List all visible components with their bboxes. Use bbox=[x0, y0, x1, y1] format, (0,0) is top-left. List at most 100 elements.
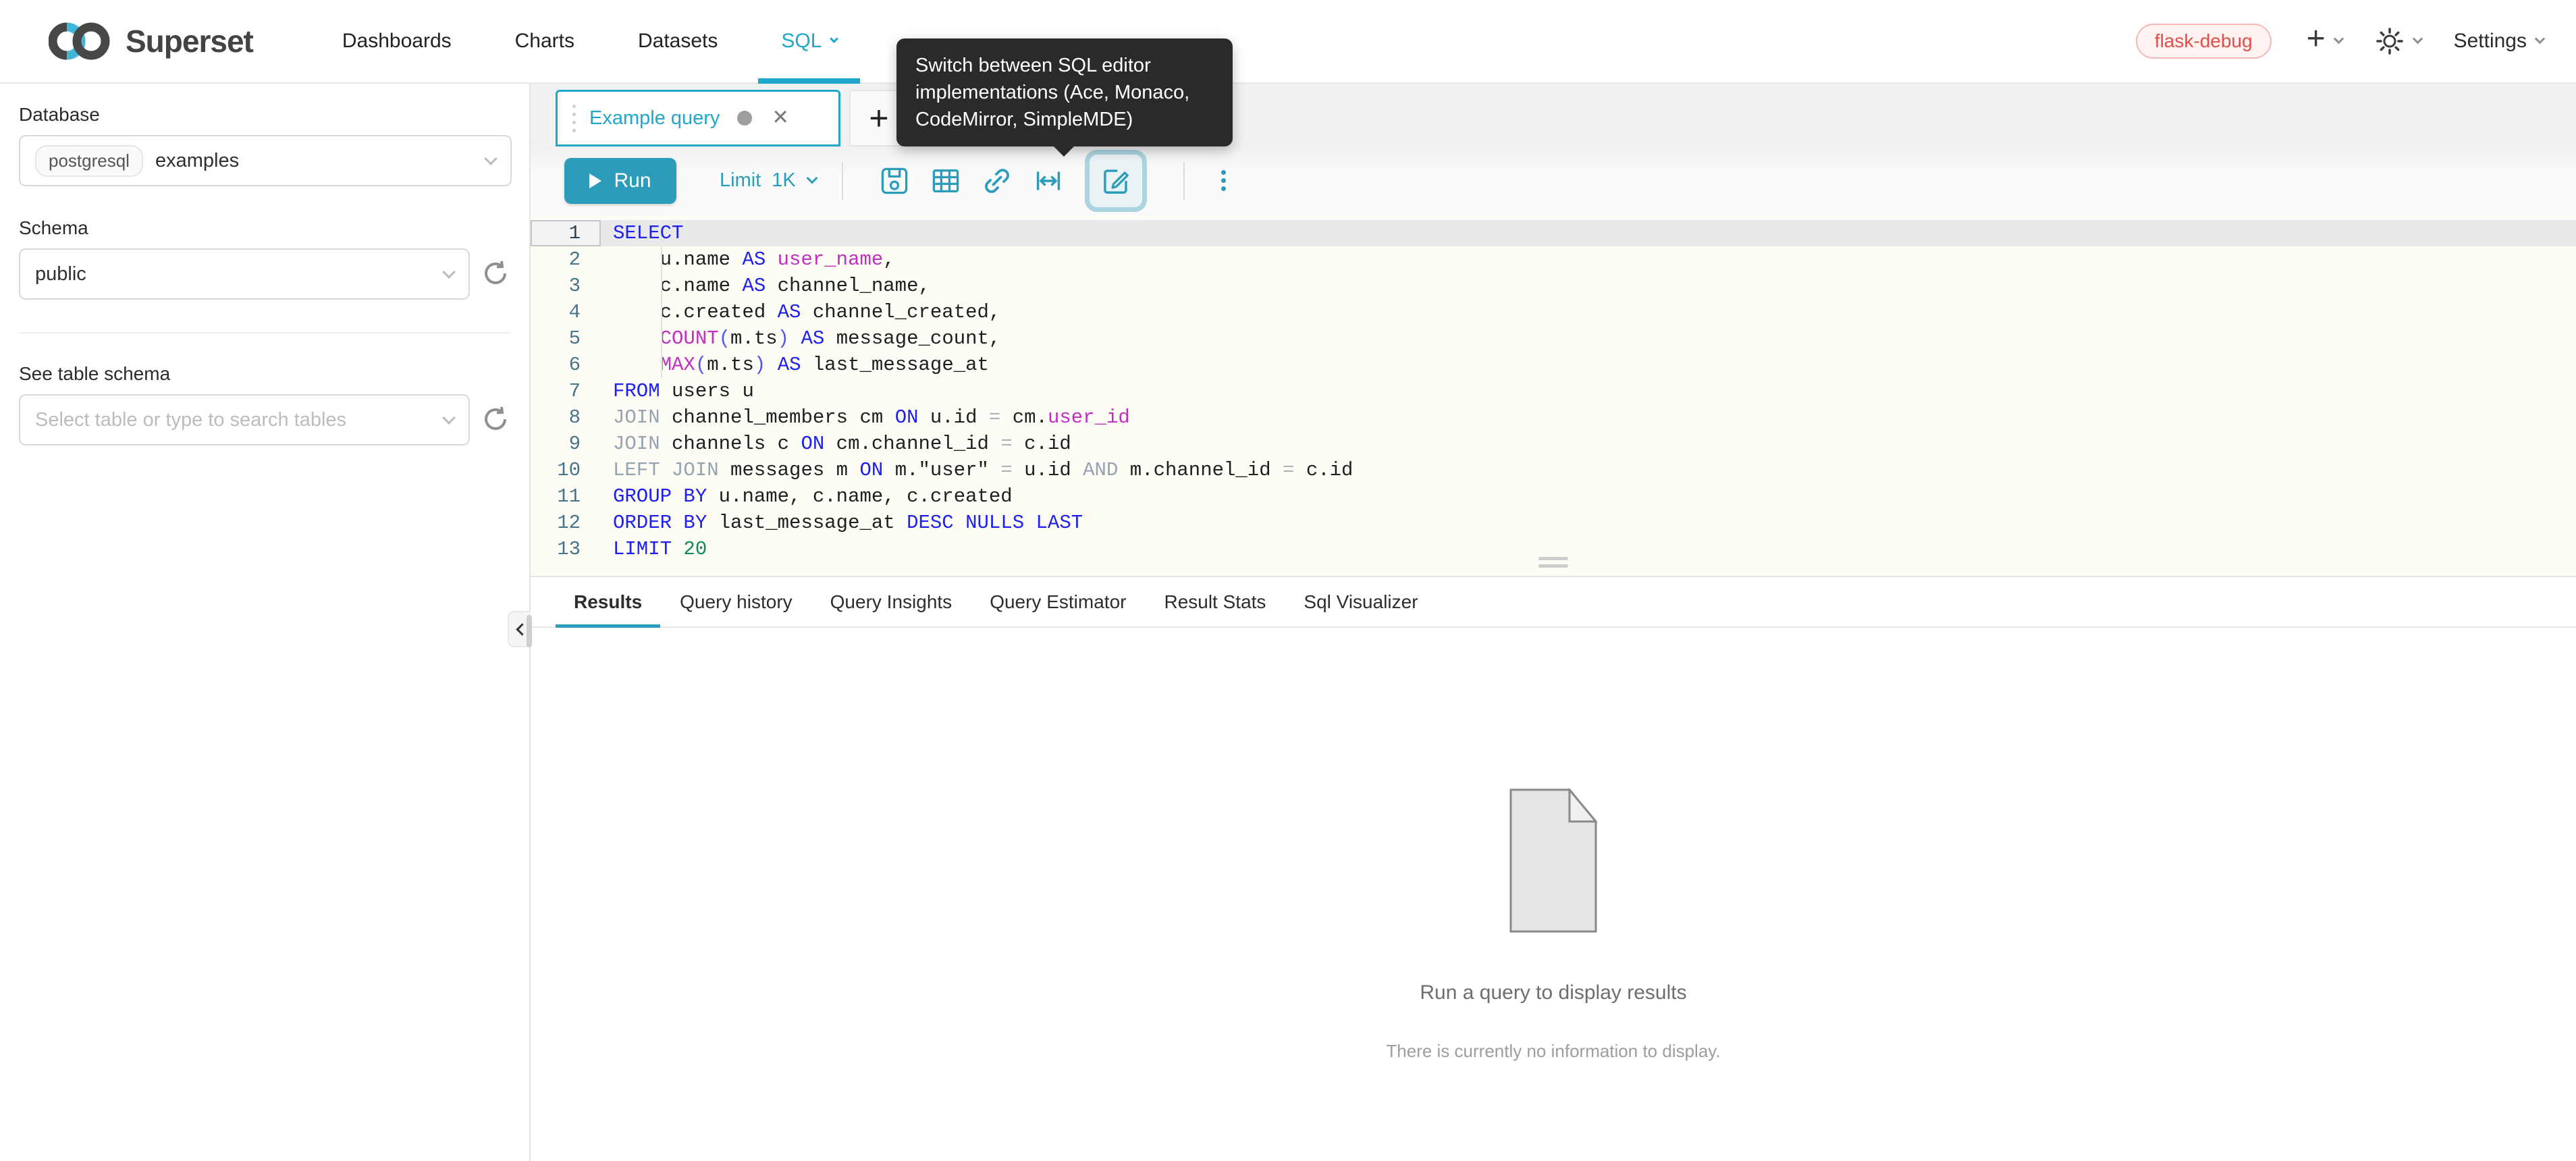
code-text: MAX(m.ts) AS last_message_at bbox=[601, 352, 2576, 378]
code-line: 7FROM users u bbox=[531, 378, 2576, 404]
toolbar-divider bbox=[842, 162, 843, 200]
sql-editor-lines: 1SELECT2 u.name AS user_name,3 c.name AS… bbox=[531, 216, 2576, 562]
save-icon bbox=[880, 166, 909, 196]
plus-icon: + bbox=[2307, 23, 2326, 55]
brand-name: Superset bbox=[126, 23, 253, 59]
new-item-menu[interactable]: + bbox=[2307, 27, 2342, 55]
nav-datasets[interactable]: Datasets bbox=[638, 0, 718, 82]
limit-value: 1K bbox=[772, 169, 795, 192]
refresh-schemas-button[interactable] bbox=[481, 259, 510, 290]
table-select[interactable]: Select table or type to search tables bbox=[19, 394, 470, 446]
code-text: u.name AS user_name, bbox=[601, 246, 2576, 273]
sidebar-resize-grip[interactable] bbox=[527, 615, 532, 647]
tooltip-line: CodeMirror, SimpleMDE) bbox=[915, 106, 1214, 133]
code-line: 5 COUNT(m.ts) AS message_count, bbox=[531, 325, 2576, 352]
empty-results-title: Run a query to display results bbox=[1420, 981, 1686, 1004]
close-tab-icon[interactable]: × bbox=[772, 103, 788, 130]
refresh-tables-button[interactable] bbox=[481, 404, 510, 436]
chevron-down-icon bbox=[2333, 33, 2344, 44]
code-text: ORDER BY last_message_at DESC NULLS LAST bbox=[601, 510, 2576, 536]
line-number: 4 bbox=[531, 299, 601, 325]
chevron-down-icon bbox=[806, 172, 817, 184]
chevron-down-icon bbox=[484, 152, 498, 165]
save-query-button[interactable] bbox=[880, 166, 909, 196]
editor-tabstrip: Example query × + bbox=[531, 84, 2576, 145]
line-number: 1 bbox=[531, 220, 601, 246]
code-line: 6 MAX(m.ts) AS last_message_at bbox=[531, 352, 2576, 378]
nav-charts[interactable]: Charts bbox=[515, 0, 574, 82]
play-icon bbox=[589, 173, 601, 188]
query-tab[interactable]: Example query × bbox=[556, 90, 840, 146]
tab-result-stats[interactable]: Result Stats bbox=[1146, 577, 1284, 626]
top-navbar: Superset Dashboards Charts Datasets SQL … bbox=[0, 0, 2576, 84]
navbar-right: flask-debug + Settings bbox=[2136, 24, 2544, 59]
more-options-button[interactable] bbox=[1221, 167, 1226, 194]
database-select[interactable]: postgresql examples bbox=[19, 135, 512, 186]
chevron-down-icon bbox=[2412, 33, 2423, 44]
empty-results-subtitle: There is currently no information to dis… bbox=[1386, 1041, 1720, 1062]
tab-query-history[interactable]: Query history bbox=[662, 577, 811, 626]
code-text: JOIN channels c ON cm.channel_id = c.id bbox=[601, 431, 2576, 457]
line-number: 6 bbox=[531, 352, 601, 378]
code-text: LIMIT 20 bbox=[601, 536, 2576, 562]
expand-width-button[interactable] bbox=[1034, 166, 1063, 196]
query-tab-title: Example query bbox=[589, 107, 720, 130]
tab-query-insights[interactable]: Query Insights bbox=[812, 577, 971, 626]
sql-code-editor[interactable]: 1SELECT2 u.name AS user_name,3 c.name AS… bbox=[531, 216, 2576, 577]
code-text: GROUP BY u.name, c.name, c.created bbox=[601, 483, 2576, 510]
tab-results[interactable]: Results bbox=[556, 577, 660, 626]
more-kebab-icon bbox=[1221, 167, 1226, 194]
share-link-button[interactable] bbox=[982, 166, 1012, 196]
code-line: 9JOIN channels c ON cm.channel_id = c.id bbox=[531, 431, 2576, 457]
code-line: 1SELECT bbox=[531, 220, 2576, 246]
line-number: 13 bbox=[531, 536, 601, 562]
tab-query-estimator[interactable]: Query Estimator bbox=[971, 577, 1144, 626]
results-tabbar: Results Query history Query Insights Que… bbox=[531, 577, 2576, 628]
line-number: 7 bbox=[531, 378, 601, 404]
run-button[interactable]: Run bbox=[564, 158, 676, 204]
editor-resize-handle[interactable] bbox=[1536, 550, 1571, 574]
indent-guide bbox=[661, 246, 662, 378]
main-menu: Dashboards Charts Datasets SQL bbox=[311, 0, 869, 82]
code-line: 3 c.name AS channel_name, bbox=[531, 273, 2576, 299]
tab-sql-visualizer[interactable]: Sql Visualizer bbox=[1285, 577, 1436, 626]
database-label: Database bbox=[19, 104, 510, 126]
active-nav-underline bbox=[758, 78, 860, 84]
render-table-button[interactable] bbox=[931, 166, 961, 196]
line-number: 2 bbox=[531, 246, 601, 273]
code-text: COUNT(m.ts) AS message_count, bbox=[601, 325, 2576, 352]
drag-handle-icon[interactable] bbox=[572, 102, 576, 134]
table-schema-label: See table schema bbox=[19, 363, 510, 385]
sidebar-divider bbox=[19, 332, 510, 333]
line-number: 10 bbox=[531, 457, 601, 483]
nav-dashboards[interactable]: Dashboards bbox=[342, 0, 452, 82]
line-number: 3 bbox=[531, 273, 601, 299]
code-line: 2 u.name AS user_name, bbox=[531, 246, 2576, 273]
empty-document-icon bbox=[1509, 788, 1597, 933]
refresh-icon bbox=[481, 259, 510, 288]
schema-value: public bbox=[35, 263, 86, 286]
sqllab-main: Example query × + Run Limit 1K bbox=[531, 84, 2576, 1161]
code-text: FROM users u bbox=[601, 378, 2576, 404]
code-text: JOIN channel_members cm ON u.id = cm.use… bbox=[601, 404, 2576, 431]
theme-menu[interactable] bbox=[2375, 26, 2421, 56]
limit-dropdown[interactable]: Limit 1K bbox=[720, 169, 816, 192]
superset-logo[interactable]: Superset bbox=[49, 20, 253, 63]
code-text: c.name AS channel_name, bbox=[601, 273, 2576, 299]
tooltip-line: Switch between SQL editor bbox=[915, 52, 1214, 79]
code-line: 4 c.created AS channel_created, bbox=[531, 299, 2576, 325]
nav-sql[interactable]: SQL bbox=[781, 0, 837, 82]
code-line: 8JOIN channel_members cm ON u.id = cm.us… bbox=[531, 404, 2576, 431]
settings-menu[interactable]: Settings bbox=[2454, 30, 2544, 53]
line-number: 12 bbox=[531, 510, 601, 536]
schema-label: Schema bbox=[19, 217, 510, 239]
superset-logo-icon bbox=[49, 20, 116, 63]
tooltip-line: implementations (Ace, Monaco, bbox=[915, 79, 1214, 106]
code-text: LEFT JOIN messages m ON m."user" = u.id … bbox=[601, 457, 2576, 483]
link-icon bbox=[982, 166, 1012, 196]
line-number: 9 bbox=[531, 431, 601, 457]
schema-select[interactable]: public bbox=[19, 248, 470, 300]
switch-editor-button[interactable] bbox=[1085, 150, 1147, 212]
code-line: 12ORDER BY last_message_at DESC NULLS LA… bbox=[531, 510, 2576, 536]
code-line: 10LEFT JOIN messages m ON m."user" = u.i… bbox=[531, 457, 2576, 483]
